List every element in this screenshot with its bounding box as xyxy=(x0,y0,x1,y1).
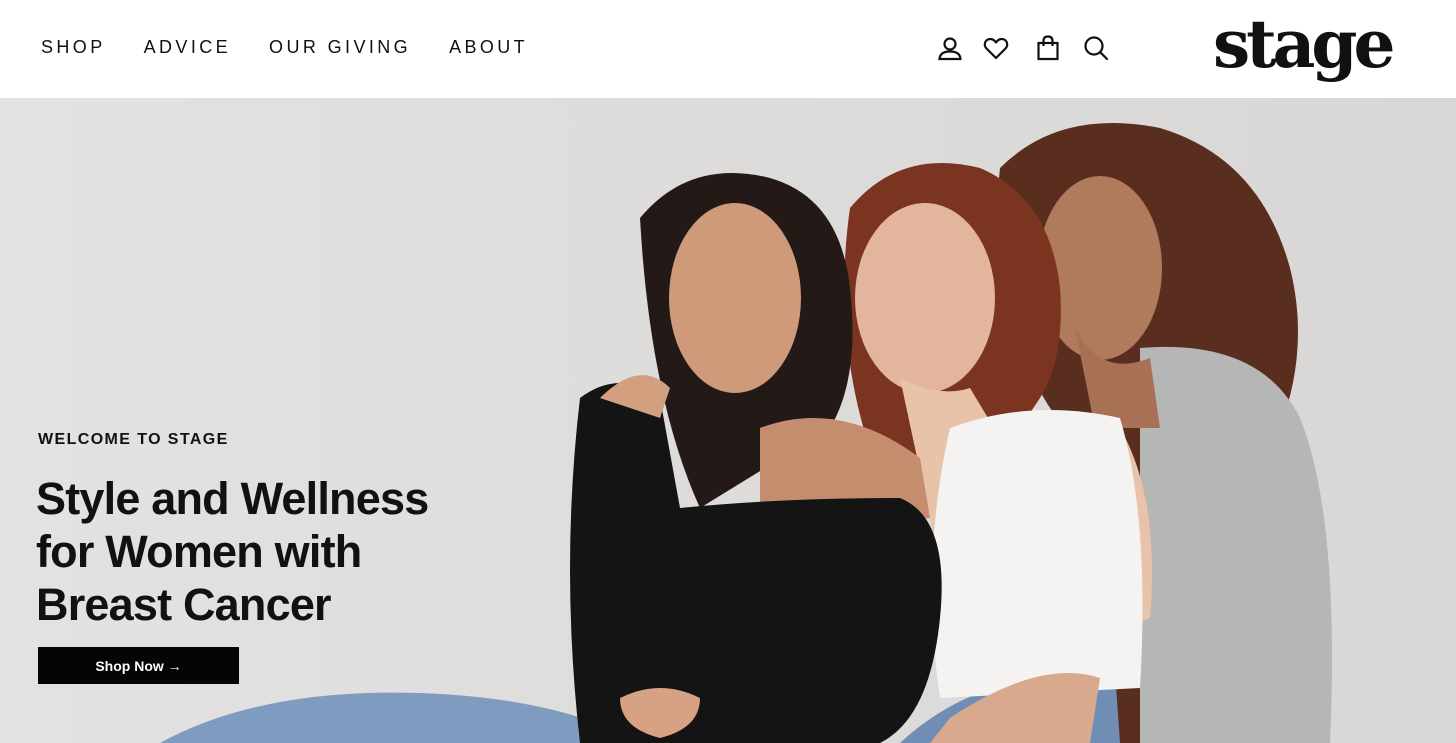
site-logo[interactable]: stage xyxy=(1213,4,1396,84)
site-header: SHOP ADVICE OUR GIVING ABOUT stage xyxy=(0,0,1456,98)
headline-line: for Women with xyxy=(36,526,362,577)
header-icons xyxy=(934,32,1112,64)
hero-eyebrow: WELCOME TO STAGE xyxy=(38,431,229,448)
search-icon[interactable] xyxy=(1080,32,1112,64)
shop-now-button[interactable]: Shop Now → xyxy=(38,647,239,684)
nav-item-advice[interactable]: ADVICE xyxy=(144,36,231,58)
account-icon[interactable] xyxy=(934,32,966,64)
heart-icon[interactable] xyxy=(980,32,1012,64)
nav-item-shop[interactable]: SHOP xyxy=(41,36,106,58)
nav-item-our-giving[interactable]: OUR GIVING xyxy=(269,36,411,58)
shopping-bag-icon[interactable] xyxy=(1032,32,1064,64)
nav-item-about[interactable]: ABOUT xyxy=(449,36,528,58)
headline-line: Breast Cancer xyxy=(36,579,332,630)
headline-line: Style and Wellness xyxy=(36,473,429,524)
hero-headline: Style and Wellness for Women with Breast… xyxy=(36,472,456,631)
main-nav: SHOP ADVICE OUR GIVING ABOUT xyxy=(41,36,566,58)
hero-banner: WELCOME TO STAGE Style and Wellness for … xyxy=(0,98,1456,743)
